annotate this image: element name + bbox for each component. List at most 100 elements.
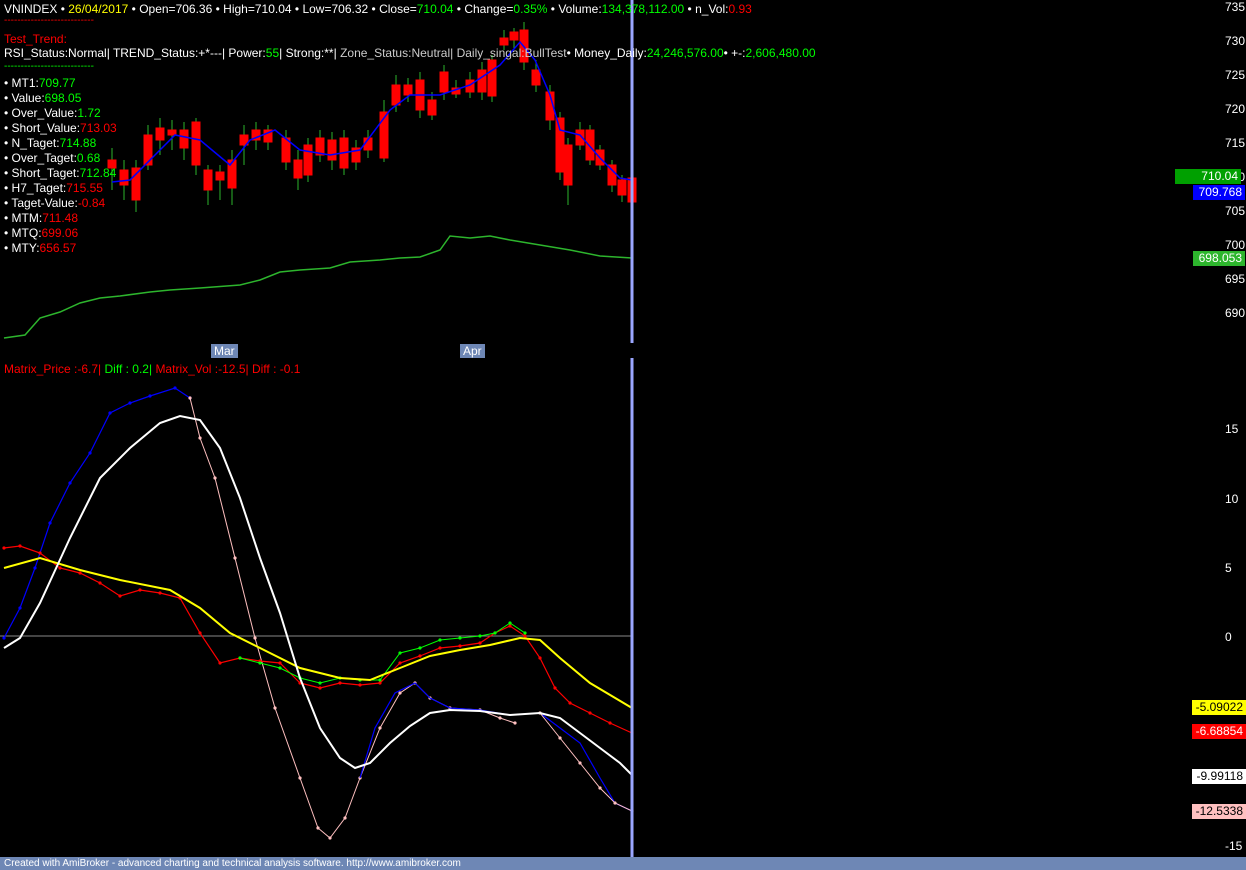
metric-value: 713.03 [80, 121, 117, 135]
metric-row: • Over_Value:1.72 [4, 106, 117, 121]
candle-down [585, 129, 595, 161]
data-point [343, 816, 347, 820]
data-point [148, 394, 152, 398]
data-point [118, 594, 122, 598]
price-axis-tick: 715 [1225, 136, 1246, 150]
data-point [398, 661, 402, 665]
metric-row: • Short_Taget:712.84 [4, 166, 117, 181]
osc-axis-tick: 0 [1225, 630, 1232, 644]
metric-label: • N_Taget: [4, 136, 60, 150]
data-point [278, 666, 282, 670]
price-axis-tick: 735 [1225, 0, 1246, 14]
data-point [458, 644, 462, 648]
metric-row: • Over_Taget:0.68 [4, 151, 117, 166]
metric-label: • Over_Value: [4, 106, 78, 120]
price-axis-tick: 725 [1225, 68, 1246, 82]
data-point [378, 726, 382, 730]
candle-down [403, 84, 413, 96]
metric-row: • MTQ:699.06 [4, 226, 117, 241]
data-point [258, 661, 262, 665]
candle-down [555, 117, 565, 173]
data-point [68, 481, 72, 485]
metric-value: 699.06 [41, 226, 79, 240]
data-point [273, 706, 277, 710]
metric-label: • Short_Value: [4, 121, 81, 135]
data-point [173, 386, 177, 390]
data-point [458, 636, 462, 640]
blue-line-2 [359, 682, 633, 812]
data-point [588, 711, 592, 715]
metric-label: • Taget-Value: [4, 196, 78, 210]
data-point [188, 396, 192, 400]
price-chart-pane[interactable]: VNINDEX • 26/04/2017 • Open=706.36 • Hig… [0, 0, 1246, 358]
price-axis-tick: 705 [1225, 204, 1246, 218]
metric-row: • MTY:656.57 [4, 241, 117, 256]
metric-row: • MT1:709.77 [4, 76, 117, 91]
candle-down [617, 179, 627, 196]
divider-dashes-2: --------------------------- [4, 61, 94, 72]
data-point [318, 686, 322, 690]
data-point [378, 678, 382, 682]
metric-row: • MTM:711.48 [4, 211, 117, 226]
pink-line-tag: -12.5338 [1192, 804, 1246, 819]
metric-label: • Over_Taget: [4, 151, 77, 165]
data-point [158, 591, 162, 595]
white-line [3, 414, 633, 776]
data-point [513, 721, 517, 725]
data-point [316, 826, 320, 830]
data-point [523, 634, 527, 638]
metric-value: 711.48 [42, 211, 79, 225]
metric-label: • Value: [4, 91, 45, 105]
osc-axis-tick: -15 [1225, 839, 1243, 853]
status-line: RSI_Status:Normal| TREND_Status:+*---| P… [4, 46, 816, 60]
metric-value: 0.68 [76, 151, 101, 165]
metric-label: • H7_Taget: [4, 181, 67, 195]
data-point [598, 786, 602, 790]
value-price-tag: 698.053 [1193, 251, 1245, 266]
test-trend-label: Test_Trend: [4, 32, 67, 46]
metric-row: • H7_Taget:715.55 [4, 181, 117, 196]
data-point [238, 656, 242, 660]
data-point [608, 721, 612, 725]
data-point [558, 736, 562, 740]
matrix-oscillator-pane[interactable]: Matrix_Price :-6.7| Diff : 0.2| Matrix_V… [0, 358, 1246, 858]
close-value: 710.04 [416, 2, 454, 16]
pm-value: 2,606,480.00 [745, 46, 816, 60]
metric-value: 714.88 [59, 136, 97, 150]
candle-down [487, 59, 497, 97]
high-value: 710.04 [254, 2, 292, 16]
diff-2: Diff : -0.1 [251, 362, 301, 376]
data-point [58, 566, 62, 570]
data-point [128, 401, 132, 405]
data-point [418, 654, 422, 658]
data-point [2, 546, 6, 550]
candle-down [303, 144, 313, 176]
data-point [48, 521, 52, 525]
metric-row: • Value:698.05 [4, 91, 117, 106]
candle-down [391, 84, 401, 106]
metric-label: • MTY: [4, 241, 40, 255]
data-point [338, 681, 342, 685]
data-point [613, 801, 617, 805]
price-axis-tick: 720 [1225, 102, 1246, 116]
matrix-vol-value: -12.5| [218, 362, 249, 376]
data-point [378, 681, 382, 685]
candle-down [531, 69, 541, 86]
metrics-list: • MT1:709.77 • Value:698.05 • Over_Value:1… [4, 76, 117, 256]
matrix-oscillator-chart[interactable] [0, 358, 1246, 858]
data-point [578, 761, 582, 765]
data-point [568, 701, 572, 705]
candle-down [563, 144, 573, 186]
data-point [523, 631, 527, 635]
candle-down [143, 134, 153, 166]
matrix-price-value: -6.7| [77, 362, 102, 376]
blue-line [3, 387, 191, 639]
volume-value: 134,378,112.00 [601, 2, 685, 16]
change-value: 0.35% [513, 2, 548, 16]
red-line-tag: -6.68854 [1192, 724, 1246, 739]
candle-down [293, 159, 303, 179]
yellow-line [3, 556, 633, 709]
data-point [233, 556, 237, 560]
data-point [398, 691, 402, 695]
candle-down [179, 129, 189, 149]
